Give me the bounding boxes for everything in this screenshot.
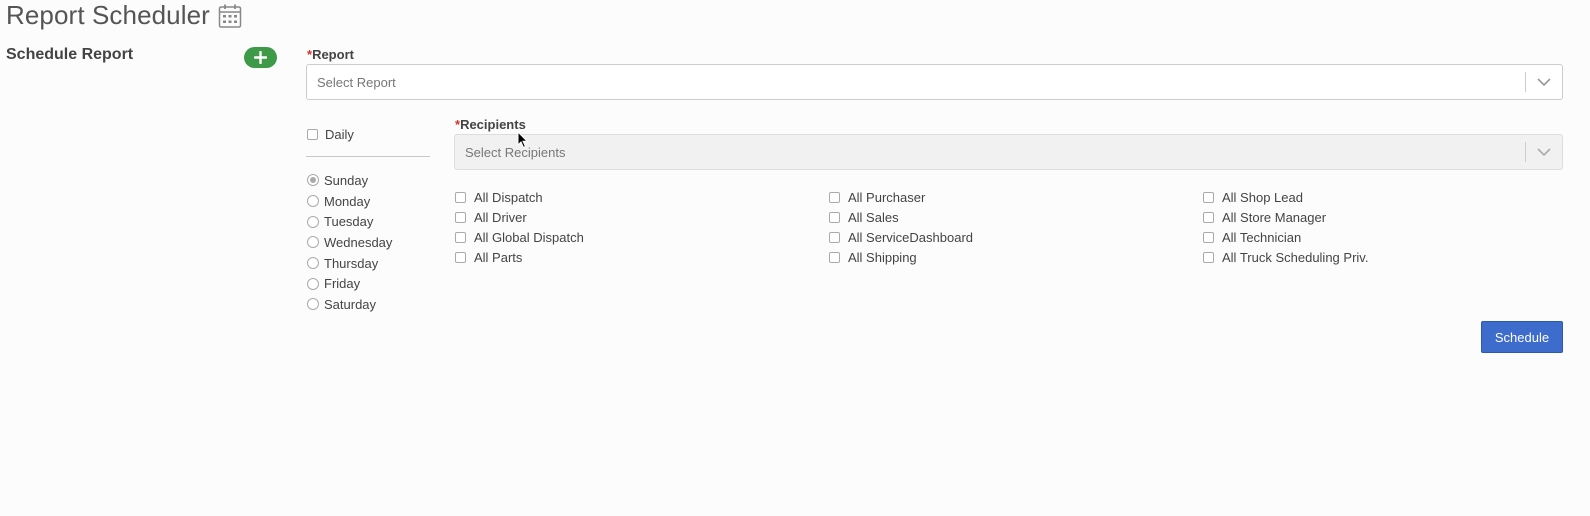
recipient-label: All Driver [474,209,527,225]
day-radio-sunday[interactable] [307,174,319,187]
recipient-column-2: All Purchaser All Sales All ServiceDashb… [829,187,973,267]
recipient-label: All Purchaser [848,189,926,205]
recipient-label: All Truck Scheduling Priv. [1222,249,1369,265]
recipient-option[interactable]: All Sales [829,207,973,227]
recipient-option[interactable]: All Parts [455,247,584,267]
plus-icon [254,51,267,64]
recipient-label: All Store Manager [1222,209,1327,225]
chevron-down-icon[interactable] [1526,135,1562,169]
recipient-option[interactable]: All Dispatch [455,187,584,207]
day-option-friday[interactable]: Friday [307,273,392,294]
recipient-label: All Dispatch [474,189,543,205]
chevron-down-icon[interactable] [1526,65,1562,99]
day-radio-thursday[interactable] [307,257,319,270]
recipient-checkbox[interactable] [1203,231,1214,243]
recipient-option[interactable]: All Global Dispatch [455,227,584,247]
report-label-text: Report [312,47,354,62]
day-option-sunday[interactable]: Sunday [307,170,392,191]
recipient-label: All ServiceDashboard [848,229,974,245]
recipients-label-text: Recipients [460,117,526,132]
recipient-option[interactable]: All Shipping [829,247,973,267]
recipients-label: *Recipients [455,117,526,132]
day-label: Tuesday [324,214,374,230]
report-select[interactable]: Select Report [306,64,1563,100]
recipient-checkbox[interactable] [455,211,466,223]
recipient-checkbox[interactable] [829,191,840,203]
day-radio-saturday[interactable] [307,298,319,311]
recipient-checkbox[interactable] [1203,251,1214,263]
recipient-checkbox[interactable] [829,211,840,223]
day-radio-wednesday[interactable] [307,236,319,249]
recipient-column-3: All Shop Lead All Store Manager All Tech… [1203,187,1368,267]
recipient-checkbox[interactable] [455,251,466,263]
recipients-select[interactable]: Select Recipients [454,134,1563,170]
recipient-option[interactable]: All ServiceDashboard [829,227,973,247]
recipient-option[interactable]: All Truck Scheduling Priv. [1203,247,1368,267]
daily-option[interactable]: Daily [307,127,354,142]
day-label: Monday [324,193,371,209]
day-radio-monday[interactable] [307,195,319,208]
recipient-option[interactable]: All Store Manager [1203,207,1368,227]
calendar-icon [218,3,242,29]
recipient-label: All Shop Lead [1222,189,1303,205]
recipient-checkbox[interactable] [1203,211,1214,223]
daily-label: Daily [325,127,354,142]
day-label: Saturday [324,296,377,312]
recipient-checkbox[interactable] [829,231,840,243]
day-option-tuesday[interactable]: Tuesday [307,211,392,232]
day-option-wednesday[interactable]: Wednesday [307,232,392,253]
recipient-option[interactable]: All Shop Lead [1203,187,1368,207]
add-schedule-button[interactable] [244,47,277,68]
report-label: *Report [307,47,354,62]
schedule-button[interactable]: Schedule [1481,321,1563,353]
recipient-checkbox[interactable] [1203,191,1214,203]
recipient-label: All Sales [848,209,899,225]
day-option-monday[interactable]: Monday [307,191,392,212]
recipients-select-placeholder: Select Recipients [465,144,566,160]
day-radio-tuesday[interactable] [307,215,319,228]
daily-checkbox[interactable] [307,129,318,140]
recipient-checkbox[interactable] [455,231,466,243]
recipient-label: All Parts [474,249,523,265]
day-label: Friday [324,276,361,292]
recipient-label: All Shipping [848,249,917,265]
recipient-option[interactable]: All Technician [1203,227,1368,247]
page-header: Report Scheduler [6,0,242,32]
day-label: Thursday [324,255,379,271]
recipient-option[interactable]: All Driver [455,207,584,227]
day-radio-friday[interactable] [307,277,319,290]
schedule-report-title: Schedule Report [6,46,134,63]
recipient-label: All Technician [1222,229,1302,245]
day-option-thursday[interactable]: Thursday [307,253,392,274]
frequency-divider [306,156,430,157]
day-option-saturday[interactable]: Saturday [307,294,392,315]
report-select-placeholder: Select Report [317,74,396,90]
recipient-checkbox[interactable] [829,251,840,263]
page-title: Report Scheduler [6,0,210,30]
day-label: Sunday [324,172,369,188]
day-label: Wednesday [324,234,393,250]
recipient-checkbox[interactable] [455,191,466,203]
recipient-column-1: All Dispatch All Driver All Global Dispa… [455,187,584,267]
recipient-label: All Global Dispatch [474,229,584,245]
weekday-radio-group: Sunday Monday Tuesday Wednesday Thursday… [307,170,392,315]
recipient-option[interactable]: All Purchaser [829,187,973,207]
